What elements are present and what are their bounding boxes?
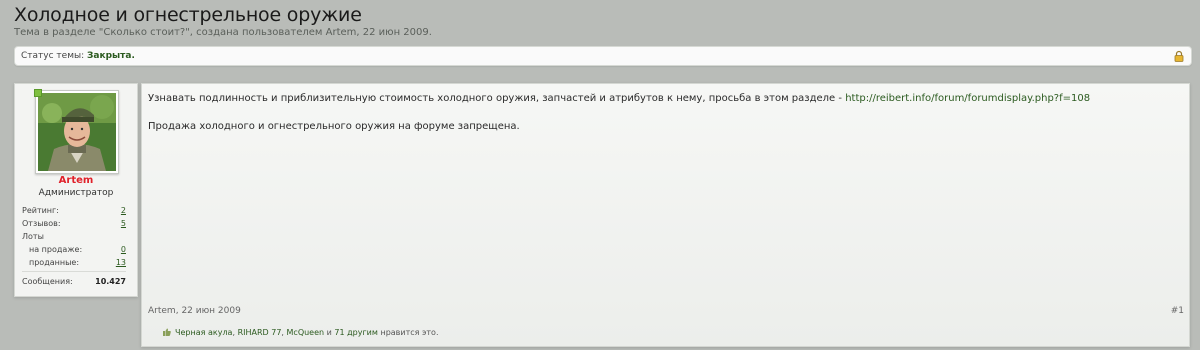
post-line-1-text: Узнавать подлинность и приблизительную с… <box>148 93 846 104</box>
stat-lots: Лоты <box>22 232 126 241</box>
thread-page: Холодное и огнестрельное оружие Тема в р… <box>0 0 1200 350</box>
stat-messages: Сообщения: 10.427 <box>22 277 126 286</box>
post-meta: Artem, 22 июн 2009 <box>148 306 241 316</box>
thread-status: Статус темы: Закрыта. <box>21 47 135 65</box>
user-title: Администратор <box>38 188 114 198</box>
stat-on-sale-label: на продаже: <box>29 245 83 254</box>
stat-on-sale-value[interactable]: 0 <box>121 245 126 254</box>
thread-status-bar: Статус темы: Закрыта. <box>14 46 1192 66</box>
likes-summary: Черная акула, RIHARD 77, McQueen и 71 др… <box>162 328 439 337</box>
likes-and: и <box>326 328 332 337</box>
online-indicator <box>34 89 42 97</box>
stat-sold: проданные: 13 <box>22 258 126 267</box>
forum-link[interactable]: http://reibert.info/forum/forumdisplay.p… <box>845 93 1090 104</box>
page-title: Холодное и огнестрельное оружие <box>14 4 362 26</box>
stat-divider <box>22 271 126 272</box>
stat-reviews-label: Отзывов: <box>22 219 61 228</box>
post-line-2: Продажа холодного и огнестрельного оружи… <box>148 121 520 132</box>
stat-rating-value[interactable]: 2 <box>121 206 126 215</box>
stat-rating-label: Рейтинг: <box>22 206 59 215</box>
post-number[interactable]: #1 <box>1171 306 1184 316</box>
like-user-3[interactable]: McQueen <box>287 328 325 337</box>
user-info-panel: Artem Администратор Рейтинг: 2 Отзывов: … <box>14 83 138 297</box>
stat-messages-value: 10.427 <box>95 277 126 286</box>
post-line-1: Узнавать подлинность и приблизительную с… <box>148 93 1090 104</box>
stat-sold-value[interactable]: 13 <box>116 258 126 267</box>
thread-status-label: Статус темы: <box>21 51 85 61</box>
post-date[interactable]: 22 июн 2009 <box>181 306 240 316</box>
avatar-image <box>38 93 116 171</box>
lock-icon <box>1174 50 1184 62</box>
stat-messages-label: Сообщения: <box>22 277 73 286</box>
post: Artem Администратор Рейтинг: 2 Отзывов: … <box>14 83 1190 347</box>
stat-on-sale: на продаже: 0 <box>22 245 126 254</box>
stat-reviews-value[interactable]: 5 <box>121 219 126 228</box>
post-author[interactable]: Artem <box>148 306 176 316</box>
stat-sold-label: проданные: <box>29 258 80 267</box>
like-user-1[interactable]: Черная акула <box>175 328 232 337</box>
avatar[interactable] <box>35 90 119 174</box>
stat-lots-label: Лоты <box>22 232 44 241</box>
like-others-link[interactable]: 71 другим <box>334 328 378 337</box>
like-icon <box>163 328 171 336</box>
username[interactable]: Artem <box>15 175 137 186</box>
post-content: Узнавать подлинность и приблизительную с… <box>141 83 1190 347</box>
thread-subtitle: Тема в разделе "Сколько стоит?", создана… <box>14 27 432 38</box>
likes-suffix: нравится это. <box>380 328 439 337</box>
stat-rating: Рейтинг: 2 <box>22 206 126 215</box>
thread-status-value: Закрыта. <box>87 51 135 61</box>
like-user-2[interactable]: RIHARD 77 <box>238 328 282 337</box>
stat-reviews: Отзывов: 5 <box>22 219 126 228</box>
